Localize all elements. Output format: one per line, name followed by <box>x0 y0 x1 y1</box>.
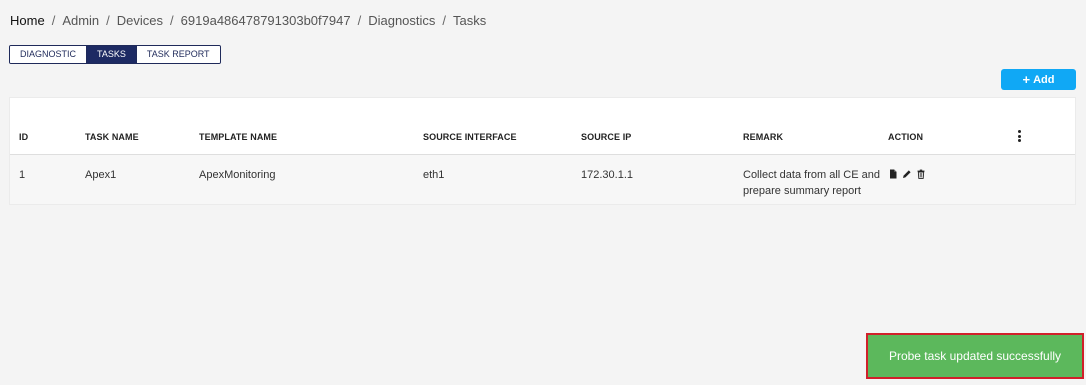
breadcrumb-admin[interactable]: Admin <box>62 13 99 28</box>
breadcrumb-separator: / <box>357 13 362 28</box>
breadcrumb-devices[interactable]: Devices <box>117 13 163 28</box>
add-button[interactable]: + Add <box>1001 69 1076 90</box>
success-toast: Probe task updated successfully <box>866 333 1084 379</box>
table-row: 1 Apex1 ApexMonitoring eth1 172.30.1.1 C… <box>10 155 1075 205</box>
row-actions <box>888 169 926 179</box>
breadcrumb-device-id[interactable]: 6919a486478791303b0f7947 <box>181 13 351 28</box>
cell-id: 1 <box>19 169 26 181</box>
breadcrumb-tasks: Tasks <box>453 13 487 28</box>
header-template-name: TEMPLATE NAME <box>199 132 278 142</box>
breadcrumb-home[interactable]: Home <box>10 13 45 28</box>
header-remark: REMARK <box>743 132 784 142</box>
breadcrumb-separator: / <box>170 13 174 28</box>
tab-tasks[interactable]: TASKS <box>87 46 137 63</box>
plus-icon: + <box>1022 72 1031 87</box>
cell-remark: Collect data from all CE and prepare sum… <box>743 169 880 197</box>
header-task-name: TASK NAME <box>85 132 139 142</box>
cell-source-ip: 172.30.1.1 <box>581 169 633 181</box>
vertical-dots-icon[interactable] <box>1016 130 1022 142</box>
table-header: ID TASK NAME TEMPLATE NAME SOURCE INTERF… <box>10 98 1075 155</box>
breadcrumb-separator: / <box>106 13 110 28</box>
header-id: ID <box>19 132 29 142</box>
pencil-icon[interactable] <box>902 169 912 179</box>
tab-diagnostic[interactable]: DIAGNOSTIC <box>10 46 88 63</box>
tasks-table: ID TASK NAME TEMPLATE NAME SOURCE INTERF… <box>9 97 1076 205</box>
header-source-ip: SOURCE IP <box>581 132 632 142</box>
file-icon[interactable] <box>888 169 898 179</box>
breadcrumb-separator: / <box>442 13 447 28</box>
header-source-interface: SOURCE INTERFACE <box>423 132 517 142</box>
cell-template-name: ApexMonitoring <box>199 169 276 181</box>
add-button-label: Add <box>1033 73 1055 86</box>
trash-icon[interactable] <box>916 169 926 179</box>
cell-source-interface: eth1 <box>423 169 445 181</box>
breadcrumb-diagnostics[interactable]: Diagnostics <box>368 13 435 28</box>
toast-message: Probe task updated successfully <box>888 349 1062 363</box>
breadcrumb-separator: / <box>51 13 56 28</box>
header-action: ACTION <box>888 132 924 142</box>
cell-task-name: Apex1 <box>85 169 117 181</box>
tab-bar: DIAGNOSTIC TASKS TASK REPORT <box>9 45 221 64</box>
breadcrumb: Home / Admin / Devices / 6919a4864787913… <box>10 13 486 28</box>
tab-task-report[interactable]: TASK REPORT <box>136 46 220 63</box>
